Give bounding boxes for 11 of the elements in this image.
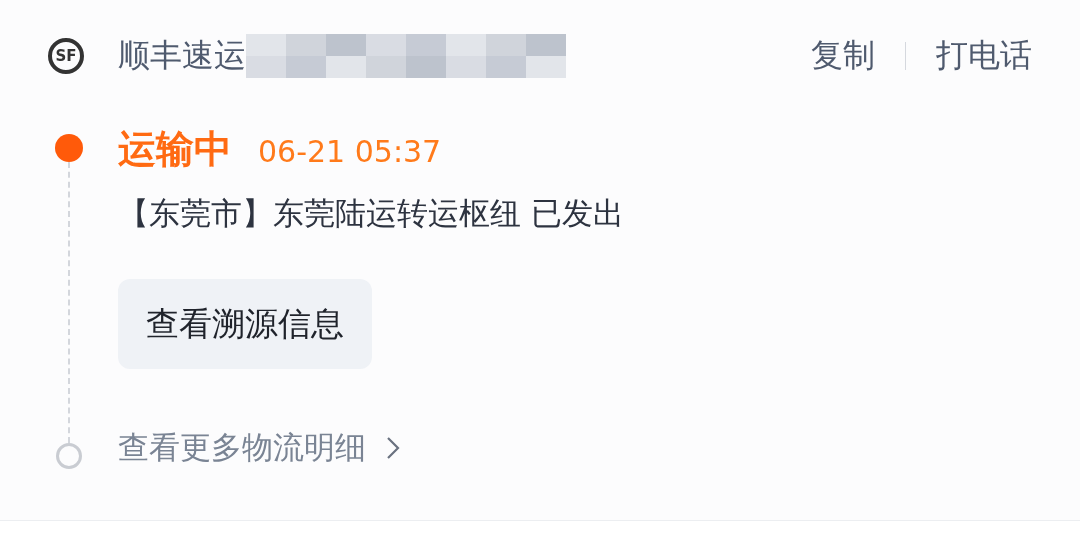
logo-icon: SF <box>48 38 84 74</box>
carrier-name: 顺丰速运 <box>118 35 246 76</box>
current-dot <box>55 134 83 162</box>
action-button[interactable]: 复制 <box>811 34 875 78</box>
status-text: 运输中 <box>118 126 232 173</box>
chevron-right-icon <box>386 436 400 460</box>
more-details-link[interactable]: 查看更多物流明细 <box>118 427 366 469</box>
event-time: 06-21 05:37 <box>258 134 442 169</box>
trace-button[interactable]: 查看溯源信息 <box>118 279 372 369</box>
event-detail: 【东莞市】东莞陆运转运枢纽 已发出 <box>118 194 624 233</box>
action-button[interactable]: 打电话 <box>936 34 1032 78</box>
